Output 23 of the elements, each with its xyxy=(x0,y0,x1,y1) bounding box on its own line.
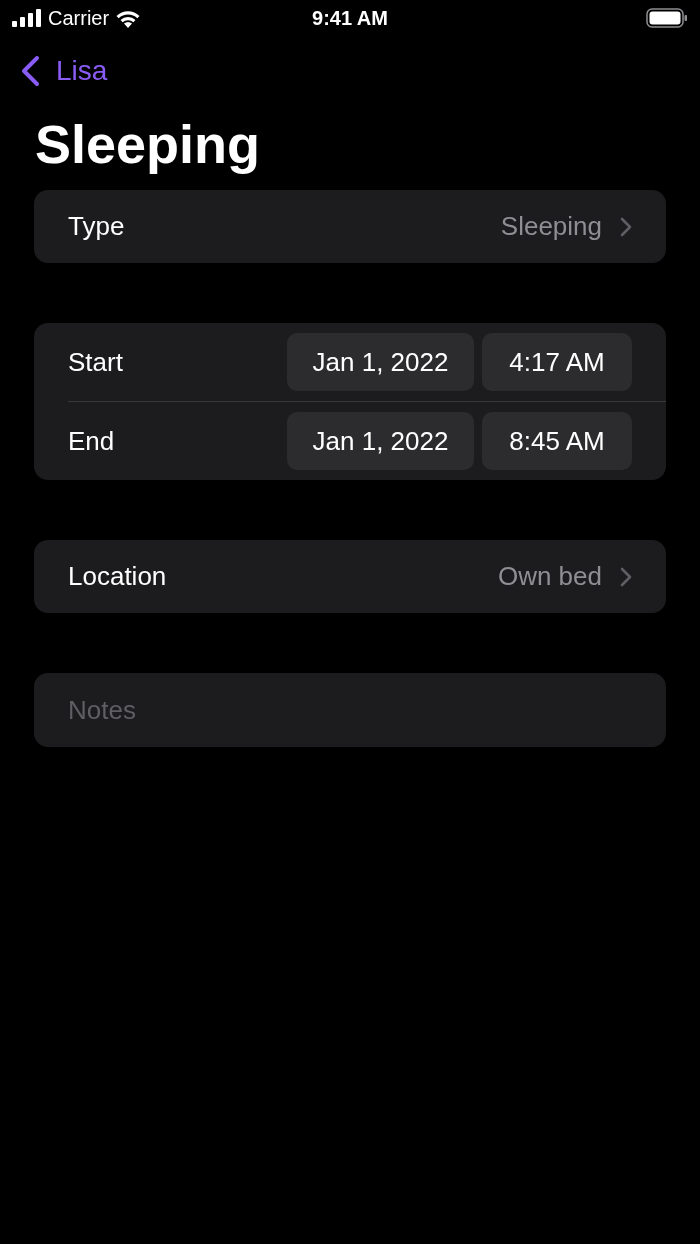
carrier-name: Carrier xyxy=(48,6,110,30)
row-label: Type xyxy=(68,211,125,242)
row-value: Sleeping xyxy=(500,211,602,242)
signal-icon xyxy=(12,9,42,27)
battery-icon xyxy=(646,8,688,28)
date-button[interactable]: Jan 1, 2022 xyxy=(287,412,474,470)
time-button[interactable]: 4:17 AM xyxy=(482,333,632,391)
list-row-background[interactable]: Type Sleeping xyxy=(34,190,666,263)
notes-field[interactable]: Notes xyxy=(34,673,666,747)
chevron-icon xyxy=(620,216,632,237)
list-row-background[interactable]: Location Own bed xyxy=(34,540,666,613)
back-button[interactable]: Lisa xyxy=(20,55,108,87)
row-value: Own bed xyxy=(497,561,602,592)
date-button[interactable]: Jan 1, 2022 xyxy=(287,333,474,391)
row-label: End xyxy=(68,425,115,457)
row-label: Location xyxy=(68,561,167,592)
chevron-icon xyxy=(620,566,632,587)
time-button[interactable]: 8:45 AM xyxy=(482,412,632,470)
status-time: 9:41 AM xyxy=(312,6,388,30)
back-chevron-icon xyxy=(20,55,40,87)
row-label: Start xyxy=(68,346,123,378)
wifi-icon xyxy=(115,8,142,28)
page-title: Sleeping xyxy=(35,113,262,176)
